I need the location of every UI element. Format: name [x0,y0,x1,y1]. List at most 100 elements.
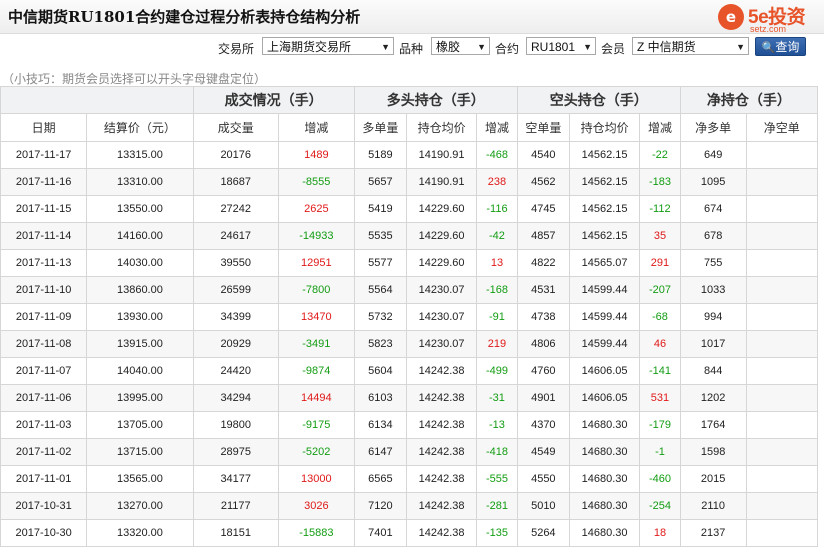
table-row: 2017-11-01 13565.00 34177 13000 6565 14242.38… [0,465,819,493]
table-cell: 18 [639,519,681,547]
table-row: 2017-11-02 13715.00 28975 -5202 6147 14242.38… [0,438,819,466]
column-header-row: 日期 结算价（元） 成交量 增减 多单量 持仓均价 增减 空单量 持仓均价 增减… [0,113,819,142]
table-cell: -281 [476,492,518,520]
table-cell: 5732 [353,303,407,331]
position-table: 成交情况（手） 多头持仓（手） 空头持仓（手） 净持仓（手） 日期 结算价（元）… [0,86,819,547]
table-cell: 2017-11-09 [0,303,88,331]
table-cell: -555 [476,465,518,493]
table-cell: 649 [679,141,747,169]
table-cell: 844 [679,357,747,385]
table-cell: 6103 [353,384,407,412]
table-cell: 13470 [277,303,355,331]
table-cell: -254 [639,492,681,520]
table-cell: 35 [639,222,681,250]
table-cell: 14030.00 [86,249,194,277]
table-cell: 531 [639,384,681,412]
member-select-value: Z 中信期货 [637,40,696,54]
variety-select-value: 橡胶 [436,40,461,54]
table-cell: 674 [679,195,747,223]
table-cell: 5604 [353,357,407,385]
table-cell: 14229.60 [405,249,478,277]
column-header: 净多单 [679,113,747,142]
query-button[interactable]: 🔍查询 [755,37,806,56]
member-select[interactable]: Z 中信期货 ▼ [632,37,749,55]
page-title: 中信期货RU1801合约建仓过程分析表持仓结构分析 [8,8,361,26]
table-cell: 4738 [516,303,570,331]
table-cell: 2017-11-17 [0,141,88,169]
table-cell: -9175 [277,411,355,439]
table-row: 2017-10-30 13320.00 18151 -15883 7401 14242.3… [0,519,819,547]
table-row: 2017-11-09 13930.00 34399 13470 5732 14230.07… [0,303,819,331]
table-cell: 2017-11-06 [0,384,88,412]
table-cell: 4745 [516,195,570,223]
table-cell: 14190.91 [405,168,478,196]
table-cell: 2110 [679,492,747,520]
table-cell: 2017-11-16 [0,168,88,196]
table-cell: 4370 [516,411,570,439]
table-cell: 14680.30 [568,465,641,493]
table-cell: 34399 [192,303,279,331]
table-cell: 7120 [353,492,407,520]
table-cell: 2017-11-13 [0,249,88,277]
table-cell: -22 [639,141,681,169]
table-cell: -135 [476,519,518,547]
table-cell: -68 [639,303,681,331]
table-cell: 34177 [192,465,279,493]
table-cell: 2015 [679,465,747,493]
table-cell: 14680.30 [568,492,641,520]
table-row: 2017-11-16 13310.00 18687 -8555 5657 14190.91… [0,168,819,196]
site-logo[interactable]: e 5e投资 setz.com [718,2,820,36]
table-cell: 14599.44 [568,276,641,304]
column-header: 净空单 [745,113,819,142]
table-cell [745,438,819,466]
table-cell: 219 [476,330,518,358]
variety-label: 品种 [399,42,424,56]
table-cell: 14160.00 [86,222,194,250]
table-cell: -207 [639,276,681,304]
table-cell: 39550 [192,249,279,277]
table-cell: 14242.38 [405,411,478,439]
table-cell: -460 [639,465,681,493]
table-cell: 1598 [679,438,747,466]
table-cell [745,276,819,304]
table-cell: 4760 [516,357,570,385]
query-button-label: 查询 [775,40,800,54]
table-row: 2017-11-13 14030.00 39550 12951 5577 14229.60… [0,249,819,277]
table-cell: 5564 [353,276,407,304]
variety-select[interactable]: 橡胶 ▼ [431,37,490,55]
chevron-down-icon: ▼ [477,42,486,52]
table-cell: -183 [639,168,681,196]
table-row: 2017-11-17 13315.00 20176 1489 5189 14190.91-… [0,141,819,169]
table-cell: 6147 [353,438,407,466]
table-cell: 13930.00 [86,303,194,331]
table-cell: -179 [639,411,681,439]
table-cell: -9874 [277,357,355,385]
table-cell: 2625 [277,195,355,223]
table-cell: 13000 [277,465,355,493]
table-cell [745,303,819,331]
contract-select[interactable]: RU1801 ▼ [526,37,596,55]
table-cell: 2017-11-14 [0,222,88,250]
exchange-select[interactable]: 上海期货交易所 ▼ [262,37,394,55]
table-row: 2017-10-31 13270.00 21177 3026 7120 14242.38-… [0,492,819,520]
table-cell: 14230.07 [405,276,478,304]
group-header-short: 空头持仓（手） [516,86,681,114]
table-cell: 14562.15 [568,141,641,169]
column-header: 成交量 [192,113,279,142]
table-cell: -141 [639,357,681,385]
table-cell: 6565 [353,465,407,493]
table-cell: 18687 [192,168,279,196]
table-cell: 14230.07 [405,303,478,331]
table-cell: 5657 [353,168,407,196]
table-cell: 13320.00 [86,519,194,547]
table-cell: 994 [679,303,747,331]
table-cell: 2017-11-10 [0,276,88,304]
table-cell [745,411,819,439]
table-cell: 14242.38 [405,519,478,547]
table-cell: 5535 [353,222,407,250]
table-cell: -8555 [277,168,355,196]
table-cell: 14565.07 [568,249,641,277]
column-header: 持仓均价 [568,113,641,142]
table-cell: 4550 [516,465,570,493]
table-cell: -3491 [277,330,355,358]
